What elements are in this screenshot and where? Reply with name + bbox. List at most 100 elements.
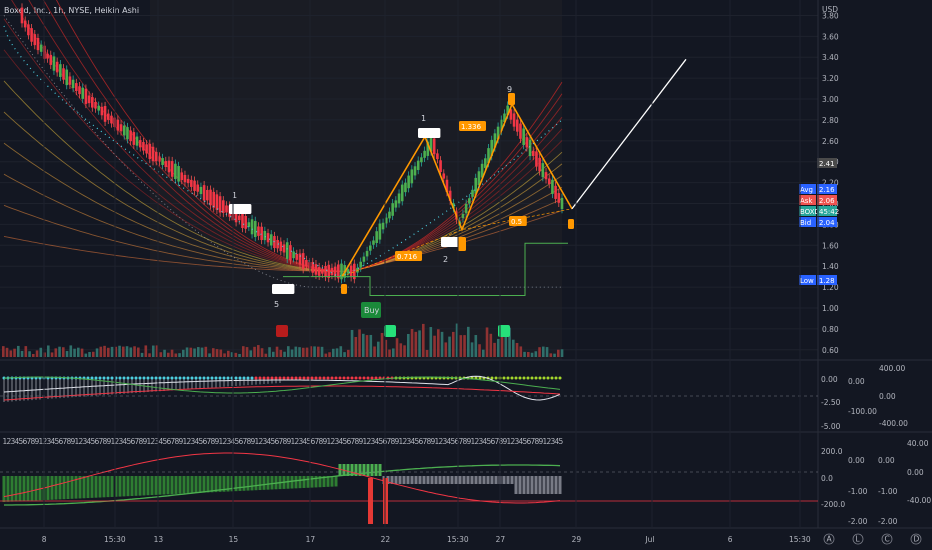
osc2-hist <box>474 476 478 484</box>
osc1-dot <box>170 376 174 380</box>
osc2-hist <box>438 476 442 484</box>
candle-body <box>250 219 254 235</box>
volume-bar <box>425 349 429 357</box>
volume-bar <box>92 351 95 357</box>
candle-body <box>145 144 148 154</box>
price-tag-name: BOXD <box>800 208 820 216</box>
candle-body <box>305 259 308 267</box>
volume-bar <box>298 347 301 357</box>
candle-body <box>215 194 219 210</box>
candle-body <box>327 264 331 279</box>
candle-body <box>27 24 30 36</box>
price-tick: 3.20 <box>822 74 839 83</box>
osc2-hist <box>102 476 106 498</box>
volume-bar <box>260 348 264 357</box>
osc2-hist <box>550 476 554 494</box>
osc2-hist <box>66 476 70 500</box>
osc2-hist <box>414 476 418 484</box>
osc1-tick-mid: 0.00 <box>848 377 865 386</box>
osc2-hist <box>54 476 58 500</box>
bottom-icon: A <box>827 535 833 544</box>
volume-bar <box>347 349 350 357</box>
osc1-dot <box>110 376 114 380</box>
candle-body <box>442 173 446 179</box>
volume-bar <box>163 349 166 357</box>
osc2-hist <box>362 464 366 476</box>
osc2-hist <box>210 476 214 493</box>
candle-body <box>365 250 369 257</box>
volume-bar <box>257 345 260 357</box>
volume-bar <box>354 337 358 357</box>
osc2-hist <box>378 464 382 476</box>
candle-body <box>266 233 270 243</box>
candle-body <box>372 240 375 245</box>
volume-bar <box>410 329 414 357</box>
volume-bar <box>497 338 500 357</box>
candle-body <box>519 123 522 139</box>
candle-body <box>560 197 564 210</box>
price-tick: 2.80 <box>822 116 839 125</box>
candle-body <box>330 267 334 275</box>
osc1-dot <box>246 376 250 380</box>
x-tick: 13 <box>154 535 164 544</box>
osc2-hist <box>34 476 38 501</box>
volume-bar <box>392 348 395 357</box>
osc2-tick-right: -2.00 <box>878 517 898 526</box>
candle-body <box>202 185 206 201</box>
osc2-count: 5 <box>559 437 564 446</box>
volume-bar <box>365 335 369 357</box>
candle-body <box>544 172 548 180</box>
count-1b: 1 <box>421 114 426 123</box>
bottom-icon: C <box>885 535 890 544</box>
osc2-hist <box>266 476 270 490</box>
osc2-tick: 0.0 <box>821 474 833 483</box>
volume-bar <box>414 331 418 357</box>
volume-bar <box>133 346 136 357</box>
bottom-icon: D <box>914 535 920 544</box>
chart-canvas[interactable]: Boxed, Inc., 1h, NYSE, Heikin Ashi USD3.8… <box>0 0 932 550</box>
osc2-hist <box>110 476 114 497</box>
volume-bar <box>223 353 226 357</box>
x-tick: 15:30 <box>104 535 126 544</box>
volume-bar <box>88 351 91 357</box>
candle-body <box>138 140 142 148</box>
volume-bar <box>95 348 99 357</box>
osc2-hist <box>118 476 122 497</box>
osc2-hist <box>482 476 486 484</box>
osc1-dot <box>522 376 526 380</box>
osc2-hist <box>170 476 174 495</box>
osc2-hist <box>126 476 130 497</box>
volume-bar <box>2 346 5 357</box>
candle-body <box>180 172 184 181</box>
volume-bar <box>242 346 245 357</box>
volume-bar <box>313 346 316 357</box>
volume-bar <box>268 347 271 357</box>
osc2-hist <box>442 476 446 484</box>
candle-body <box>285 242 289 259</box>
volume-bar <box>264 353 268 357</box>
volume-bar <box>208 353 211 357</box>
candle-body <box>209 189 212 206</box>
price-tick: 0.80 <box>822 325 839 334</box>
volume-bar <box>332 348 335 357</box>
volume-bar <box>380 332 384 357</box>
volume-bar <box>189 347 193 357</box>
osc2-tick-right: -1.00 <box>878 487 898 496</box>
label-0-716: 0.716 <box>397 253 418 261</box>
volume-bar <box>557 349 560 357</box>
osc2-hist <box>458 476 462 484</box>
candle-body <box>167 160 171 173</box>
volume-bar <box>54 348 58 357</box>
candle-body <box>135 136 139 146</box>
buy-badge: Buy <box>364 306 380 315</box>
osc2-hist <box>370 464 374 476</box>
volume-bar <box>99 346 103 357</box>
osc1-dot <box>310 376 314 380</box>
count-2: 2 <box>443 255 448 264</box>
candle-body <box>177 166 180 182</box>
osc2-hist <box>234 476 238 492</box>
candle-body <box>100 106 104 116</box>
candle-body <box>263 230 267 241</box>
candle-body <box>241 212 244 229</box>
volume-bar <box>463 335 466 357</box>
